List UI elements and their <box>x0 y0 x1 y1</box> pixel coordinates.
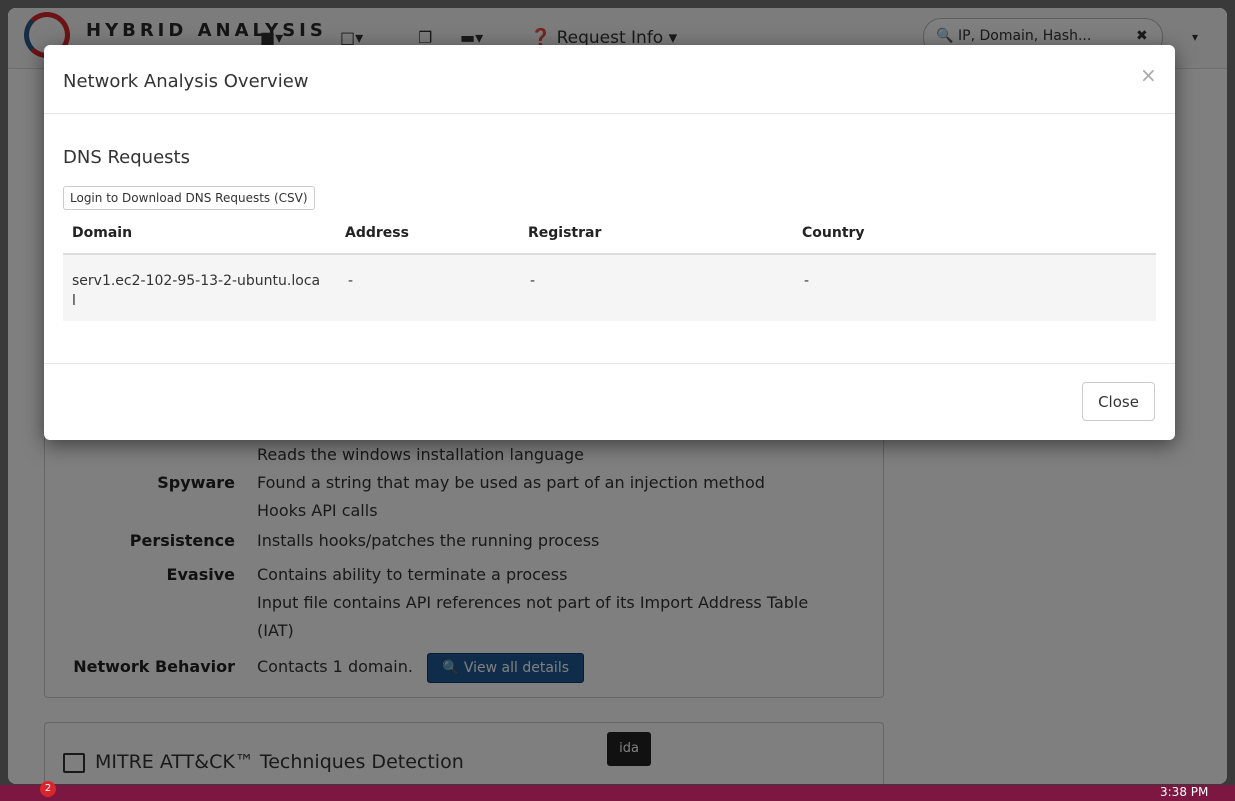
column-header-address[interactable]: Address <box>345 225 409 241</box>
close-icon[interactable]: × <box>1140 63 1157 87</box>
modal-title: Network Analysis Overview <box>63 71 309 92</box>
modal-footer-divider <box>44 363 1175 364</box>
column-header-domain[interactable]: Domain <box>72 225 132 241</box>
taskbar: 2 3:38 PM <box>0 781 1235 801</box>
domain-cell-line1: serv1.ec2-102-95-13-2-ubuntu.loca <box>72 273 321 289</box>
close-button[interactable]: Close <box>1082 382 1155 421</box>
column-header-registrar[interactable]: Registrar <box>528 225 601 241</box>
registrar-cell: - <box>530 273 536 289</box>
domain-cell: serv1.ec2-102-95-13-2-ubuntu.loca l <box>72 271 320 311</box>
taskbar-clock[interactable]: 3:38 PM <box>1160 785 1208 799</box>
country-cell: - <box>804 273 810 289</box>
dns-requests-heading: DNS Requests <box>63 147 190 168</box>
download-dns-csv-button[interactable]: Login to Download DNS Requests (CSV) <box>63 186 315 210</box>
network-analysis-modal: Network Analysis Overview × DNS Requests… <box>44 45 1175 440</box>
table-row: serv1.ec2-102-95-13-2-ubuntu.loca l - - … <box>63 255 1156 321</box>
domain-cell-line2: l <box>72 293 76 309</box>
address-cell: - <box>348 273 354 289</box>
notification-badge[interactable]: 2 <box>40 781 56 797</box>
column-header-country[interactable]: Country <box>802 225 865 241</box>
modal-header: Network Analysis Overview × <box>44 45 1175 114</box>
